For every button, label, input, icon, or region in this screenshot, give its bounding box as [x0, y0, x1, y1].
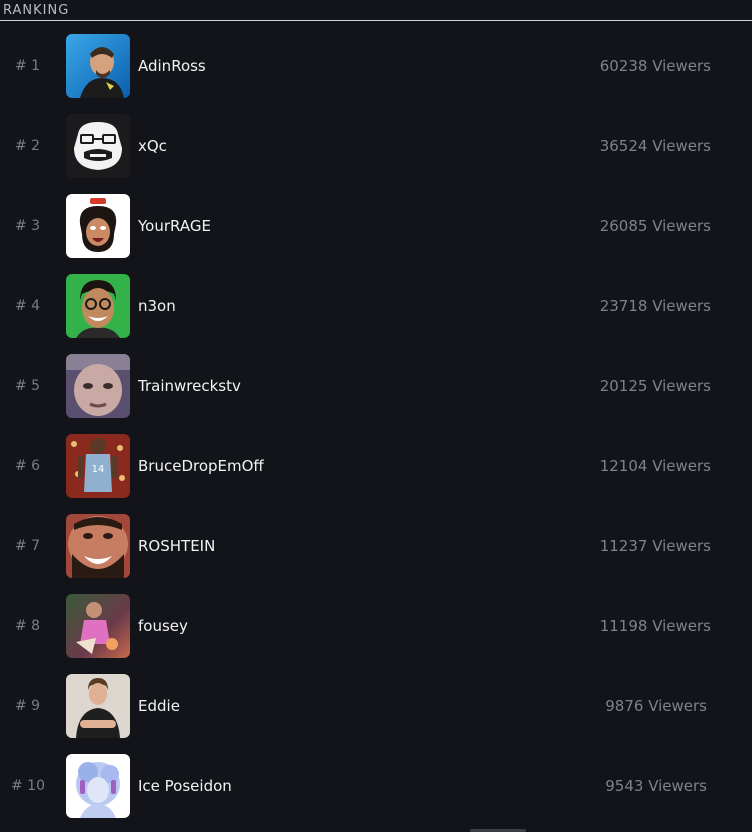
streamer-name[interactable]: BruceDropEmOff [138, 426, 264, 506]
ranking-header: RANKING [0, 0, 752, 21]
avatar-fousey[interactable] [66, 594, 130, 658]
ranking-row[interactable]: # 3 YourRAGE 26085 Viewers [0, 186, 752, 266]
ranking-row[interactable]: # 6 14 BruceDropEmOff 12104 Viewers [0, 426, 752, 506]
streamer-name[interactable]: AdinRoss [138, 26, 206, 106]
rank-number: # 1 [15, 58, 41, 74]
viewer-count: 11237 Viewers [599, 537, 711, 555]
streamer-name[interactable]: Eddie [138, 666, 180, 746]
ranking-row[interactable]: # 8 fousey 11198 Viewers [0, 586, 752, 666]
rank-number: # 10 [11, 778, 45, 794]
ranking-row[interactable]: # 9 Eddie 9876 Viewers [0, 666, 752, 746]
avatar-xqc[interactable] [66, 114, 130, 178]
ranking-title: RANKING [3, 3, 70, 18]
ranking-row[interactable]: # 4 n3on 23718 Viewers [0, 266, 752, 346]
viewer-count: 9876 Viewers [605, 697, 707, 715]
rank-number: # 7 [15, 538, 41, 554]
ranking-row[interactable]: # 7 ROSHTEIN 11237 Viewers [0, 506, 752, 586]
rank-number: # 3 [15, 218, 41, 234]
ranking-row[interactable]: # 2 xQc 36524 Viewers [0, 106, 752, 186]
ranking-row[interactable]: # 5 Trainwreckstv 20125 Viewers [0, 346, 752, 426]
streamer-name[interactable]: YourRAGE [138, 186, 211, 266]
rank-number: # 2 [15, 138, 41, 154]
viewer-count: 20125 Viewers [599, 377, 711, 395]
viewer-count: 9543 Viewers [605, 777, 707, 795]
viewer-count: 26085 Viewers [599, 217, 711, 235]
avatar-eddie[interactable] [66, 674, 130, 738]
rank-number: # 6 [15, 458, 41, 474]
avatar-brucedropemoff[interactable]: 14 [66, 434, 130, 498]
avatar-n3on[interactable] [66, 274, 130, 338]
rank-number: # 5 [15, 378, 41, 394]
ranking-row[interactable]: # 1 AdinRoss 60238 Viewers [0, 26, 752, 106]
avatar-trainwreckstv[interactable] [66, 354, 130, 418]
avatar-yourrage[interactable] [66, 194, 130, 258]
ranking-row[interactable]: # 10 Ice Poseidon 9543 Viewers [0, 746, 752, 826]
ranking-list: # 1 AdinRoss 60238 Viewers # 2 xQc 36524… [0, 26, 752, 826]
rank-number: # 9 [15, 698, 41, 714]
viewer-count: 11198 Viewers [599, 617, 711, 635]
viewer-count: 60238 Viewers [599, 57, 711, 75]
streamer-name[interactable]: Trainwreckstv [138, 346, 241, 426]
viewer-count: 23718 Viewers [599, 297, 711, 315]
avatar-adinross[interactable] [66, 34, 130, 98]
viewer-count: 36524 Viewers [599, 137, 711, 155]
streamer-name[interactable]: n3on [138, 266, 176, 346]
streamer-name[interactable]: Ice Poseidon [138, 746, 232, 826]
avatar-roshtein[interactable] [66, 514, 130, 578]
viewer-count: 12104 Viewers [599, 457, 711, 475]
streamer-name[interactable]: xQc [138, 106, 167, 186]
streamer-name[interactable]: ROSHTEIN [138, 506, 215, 586]
svg-text:14: 14 [92, 464, 105, 475]
avatar-iceposeidon[interactable] [66, 754, 130, 818]
streamer-name[interactable]: fousey [138, 586, 188, 666]
rank-number: # 4 [15, 298, 41, 314]
rank-number: # 8 [15, 618, 41, 634]
